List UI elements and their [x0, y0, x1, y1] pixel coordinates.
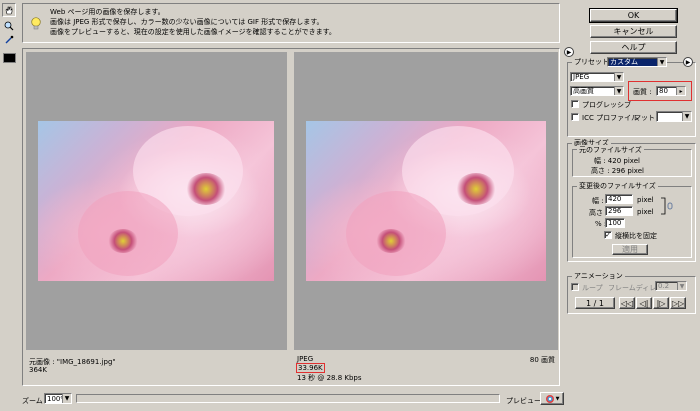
optimized-download-time: 13 秒 @ 28.8 Kbps	[297, 374, 362, 382]
preview-area: 元画像 : "IMG_18691.jpg" 364K JPEG 33.96K 1…	[22, 48, 560, 386]
lightbulb-icon	[31, 17, 41, 30]
icc-profile-label: ICC プロファイル	[582, 114, 639, 122]
new-height-unit: pixel	[637, 208, 654, 216]
info-line-1: Web ページ用の画像を保存します。	[50, 8, 165, 16]
original-info: 元画像 : "IMG_18691.jpg" 364K	[26, 352, 287, 384]
prev-frame-button[interactable]: ◁|	[636, 297, 652, 309]
preview-browser-button[interactable]: ▼	[540, 392, 564, 405]
ok-button[interactable]: OK	[589, 8, 678, 23]
prev-frame-icon: ◁|	[639, 298, 649, 308]
info-banner: Web ページ用の画像を保存します。 画像は JPEG 形式で保存し、カラー数の…	[22, 3, 560, 43]
frame-counter: 1 / 1	[575, 297, 615, 309]
optimized-preview-pane[interactable]	[294, 52, 558, 350]
arrow-right-circle-icon: ▶	[685, 58, 691, 66]
chevron-down-icon: ▼	[62, 394, 71, 403]
arrow-right-circle-icon: ▶	[566, 48, 572, 56]
format-select[interactable]: JPEG ▼	[570, 72, 624, 82]
status-bar	[76, 394, 500, 403]
progressive-checkbox[interactable]	[571, 100, 579, 108]
eyedropper-icon	[5, 35, 14, 44]
new-width-unit: pixel	[637, 196, 654, 204]
percent-input[interactable]: 100	[605, 218, 625, 228]
optimized-info: JPEG 33.96K 13 秒 @ 28.8 Kbps 80 画質	[294, 352, 558, 384]
icc-profile-checkbox[interactable]	[571, 113, 579, 121]
first-frame-icon: ◁◁	[620, 298, 634, 308]
optimized-size: 33.96K	[296, 363, 325, 373]
quality-label: 画質 :	[633, 88, 652, 96]
magnifier-icon	[4, 21, 14, 31]
optimized-image	[306, 121, 546, 281]
next-frame-icon: |▷	[656, 298, 666, 308]
preview-menu-button[interactable]: ▶	[564, 47, 574, 57]
loop-label: ループ	[582, 284, 603, 292]
constrain-proportions-label: 縦横比を固定	[615, 232, 657, 240]
new-width-label: 幅 :	[592, 197, 604, 205]
frame-delay-select[interactable]: 0.2 ▼	[655, 281, 687, 291]
eyedropper-tool[interactable]	[2, 33, 16, 47]
hand-tool[interactable]	[2, 3, 16, 17]
chevron-down-icon: ▼	[614, 73, 623, 81]
link-icon	[661, 197, 673, 215]
last-frame-button[interactable]: ▷▷	[670, 297, 686, 309]
zoom-select[interactable]: 100% ▼	[44, 393, 72, 404]
original-size: 364K	[29, 366, 47, 374]
hand-icon	[5, 6, 13, 15]
original-image	[38, 121, 274, 281]
original-width: 幅 : 420 pixel	[594, 157, 640, 165]
first-frame-button[interactable]: ◁◁	[619, 297, 635, 309]
color-swatch-icon[interactable]	[3, 53, 16, 63]
matte-select[interactable]: ▼	[656, 111, 692, 122]
original-height: 高さ : 296 pixel	[591, 167, 644, 175]
original-size-title: 元のファイルサイズ	[577, 145, 644, 155]
optimized-format: JPEG	[297, 355, 314, 363]
info-line-3: 画像をプレビューすると、現在の設定を使用した画像イメージを確認することができます…	[50, 28, 336, 36]
constrain-proportions-checkbox[interactable]: ✓	[604, 231, 612, 239]
chevron-down-icon: ▼	[555, 395, 560, 402]
progressive-label: プログレッシブ	[582, 101, 631, 109]
chevron-down-icon: ▼	[677, 282, 686, 290]
chevron-down-icon: ▼	[657, 58, 666, 66]
apply-button[interactable]: 適用	[612, 244, 648, 255]
new-width-input[interactable]: 420	[605, 194, 633, 204]
loop-checkbox[interactable]	[571, 283, 579, 291]
settings-menu-button[interactable]: ▶	[683, 57, 693, 67]
cancel-button[interactable]: キャンセル	[590, 25, 677, 38]
new-height-input[interactable]: 296	[605, 206, 633, 216]
animation-title: アニメーション	[572, 271, 625, 281]
help-button[interactable]: ヘルプ	[590, 41, 677, 54]
original-preview-pane[interactable]	[26, 52, 287, 350]
quality-input[interactable]: 80 ▸	[656, 86, 686, 96]
optimized-quality: 80 画質	[529, 356, 555, 364]
info-line-2: 画像は JPEG 形式で保存し、カラー数の少ない画像については GIF 形式で保…	[50, 18, 324, 26]
chevron-down-icon: ▼	[682, 112, 691, 121]
chevron-down-icon: ▼	[614, 87, 623, 95]
preset-select[interactable]: カスタム ▼	[607, 57, 667, 67]
last-frame-icon: ▷▷	[671, 298, 685, 308]
quality-level-select[interactable]: 高画質 ▼	[570, 86, 624, 96]
new-size-title: 変更後のファイルサイズ	[577, 181, 658, 191]
browser-icon	[545, 394, 554, 403]
next-frame-button[interactable]: |▷	[653, 297, 669, 309]
chevron-right-icon: ▸	[676, 87, 685, 95]
zoom-tool[interactable]	[2, 19, 16, 33]
